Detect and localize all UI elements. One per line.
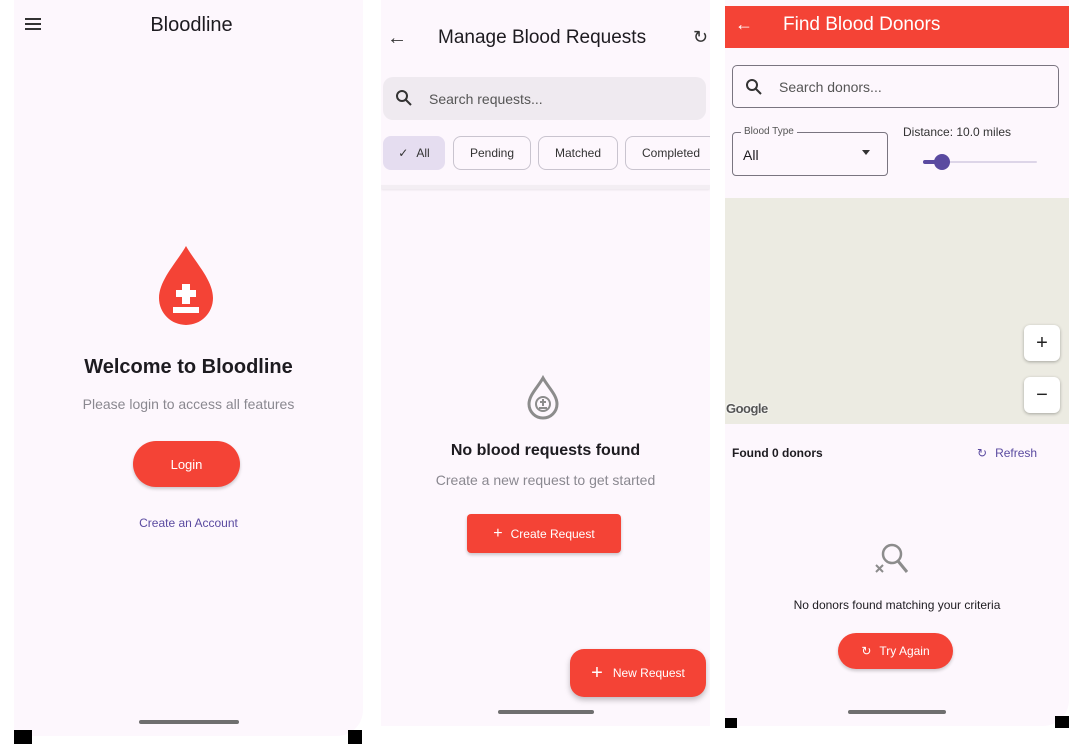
search-icon	[746, 79, 762, 95]
distance-slider[interactable]	[923, 152, 1037, 172]
refresh-icon: ↻	[977, 446, 988, 460]
search-icon	[396, 90, 412, 106]
refresh-icon: ↻	[861, 644, 872, 658]
app-title: Bloodline	[150, 14, 233, 36]
login-screen: Bloodline Welcome to Bloodline Please lo…	[14, 0, 363, 736]
create-request-label: Create Request	[510, 526, 595, 541]
blood-drop-icon	[527, 375, 559, 420]
app-bar: ← Manage Blood Requests ↻	[381, 0, 710, 64]
filter-chip-all[interactable]: ✓ All	[383, 136, 445, 170]
create-account-link[interactable]: Create an Account	[14, 516, 363, 530]
try-again-button[interactable]: ↻ Try Again	[838, 633, 953, 669]
refresh-icon[interactable]: ↻	[693, 27, 708, 48]
home-indicator	[497, 710, 594, 714]
plus-icon: +	[493, 524, 503, 542]
check-icon: ✓	[398, 146, 409, 160]
app-bar: ← Find Blood Donors	[725, 6, 1069, 48]
blood-type-label: Blood Type	[741, 126, 797, 137]
find-donors-screen: ← Find Blood Donors Blood Type All Dista…	[725, 0, 1069, 726]
zoom-in-button[interactable]: +	[1024, 325, 1060, 361]
results-count: Found 0 donors	[732, 446, 823, 460]
new-request-fab[interactable]: + New Request	[570, 649, 706, 697]
filter-chip-label: Matched	[554, 146, 602, 160]
search-bar	[383, 77, 706, 120]
screen-corner	[725, 718, 737, 728]
arrow-left-icon[interactable]: ←	[735, 14, 753, 35]
blood-type-value: All	[743, 147, 759, 163]
search-input[interactable]	[779, 66, 1039, 107]
blood-type-dropdown[interactable]: Blood Type All	[732, 126, 888, 176]
filter-chip-matched[interactable]: Matched	[538, 136, 618, 170]
screen-corner	[14, 730, 32, 744]
filter-chip-completed[interactable]: Completed	[625, 136, 710, 170]
manage-requests-screen: ← Manage Blood Requests ↻ ✓ All Pending …	[381, 0, 710, 726]
home-indicator	[138, 720, 239, 724]
page-title: Manage Blood Requests	[438, 27, 647, 48]
filter-chip-pending[interactable]: Pending	[453, 136, 531, 170]
filter-chips: ✓ All Pending Matched Completed	[383, 136, 710, 170]
empty-message: No donors found matching your criteria	[793, 598, 1001, 612]
login-button[interactable]: Login	[133, 441, 240, 487]
chevron-down-icon	[862, 150, 870, 155]
welcome-subtitle: Please login to access all features	[82, 396, 295, 412]
refresh-button[interactable]: ↻ Refresh	[977, 446, 1037, 460]
empty-subtitle: Create a new request to get started	[435, 472, 656, 488]
donor-map[interactable]: + − Google	[725, 198, 1069, 424]
blood-drop-icon	[159, 246, 213, 325]
refresh-label: Refresh	[995, 446, 1038, 460]
filter-chip-label: All	[416, 146, 430, 160]
divider	[381, 185, 710, 189]
distance-label: Distance: 10.0 miles	[903, 125, 1012, 139]
create-request-button[interactable]: + Create Request	[467, 514, 621, 553]
zoom-out-button[interactable]: −	[1024, 377, 1060, 413]
try-again-label: Try Again	[879, 644, 930, 658]
app-bar: Bloodline	[14, 0, 363, 46]
plus-icon: +	[591, 661, 603, 684]
screen-corner	[348, 730, 362, 744]
search-off-icon	[875, 543, 909, 573]
empty-title: No blood requests found	[450, 442, 641, 459]
filter-chip-label: Completed	[641, 146, 701, 160]
arrow-left-icon[interactable]: ←	[387, 27, 407, 50]
filter-chip-label: Pending	[469, 146, 515, 160]
page-title: Find Blood Donors	[783, 14, 941, 35]
screen-corner	[1055, 716, 1069, 728]
slider-thumb[interactable]	[934, 154, 950, 170]
search-input[interactable]	[429, 77, 689, 120]
search-bar	[732, 65, 1059, 108]
map-attribution: Google	[726, 401, 768, 416]
home-indicator	[848, 710, 946, 714]
welcome-heading: Welcome to Bloodline	[84, 356, 293, 378]
new-request-label: New Request	[612, 666, 685, 680]
